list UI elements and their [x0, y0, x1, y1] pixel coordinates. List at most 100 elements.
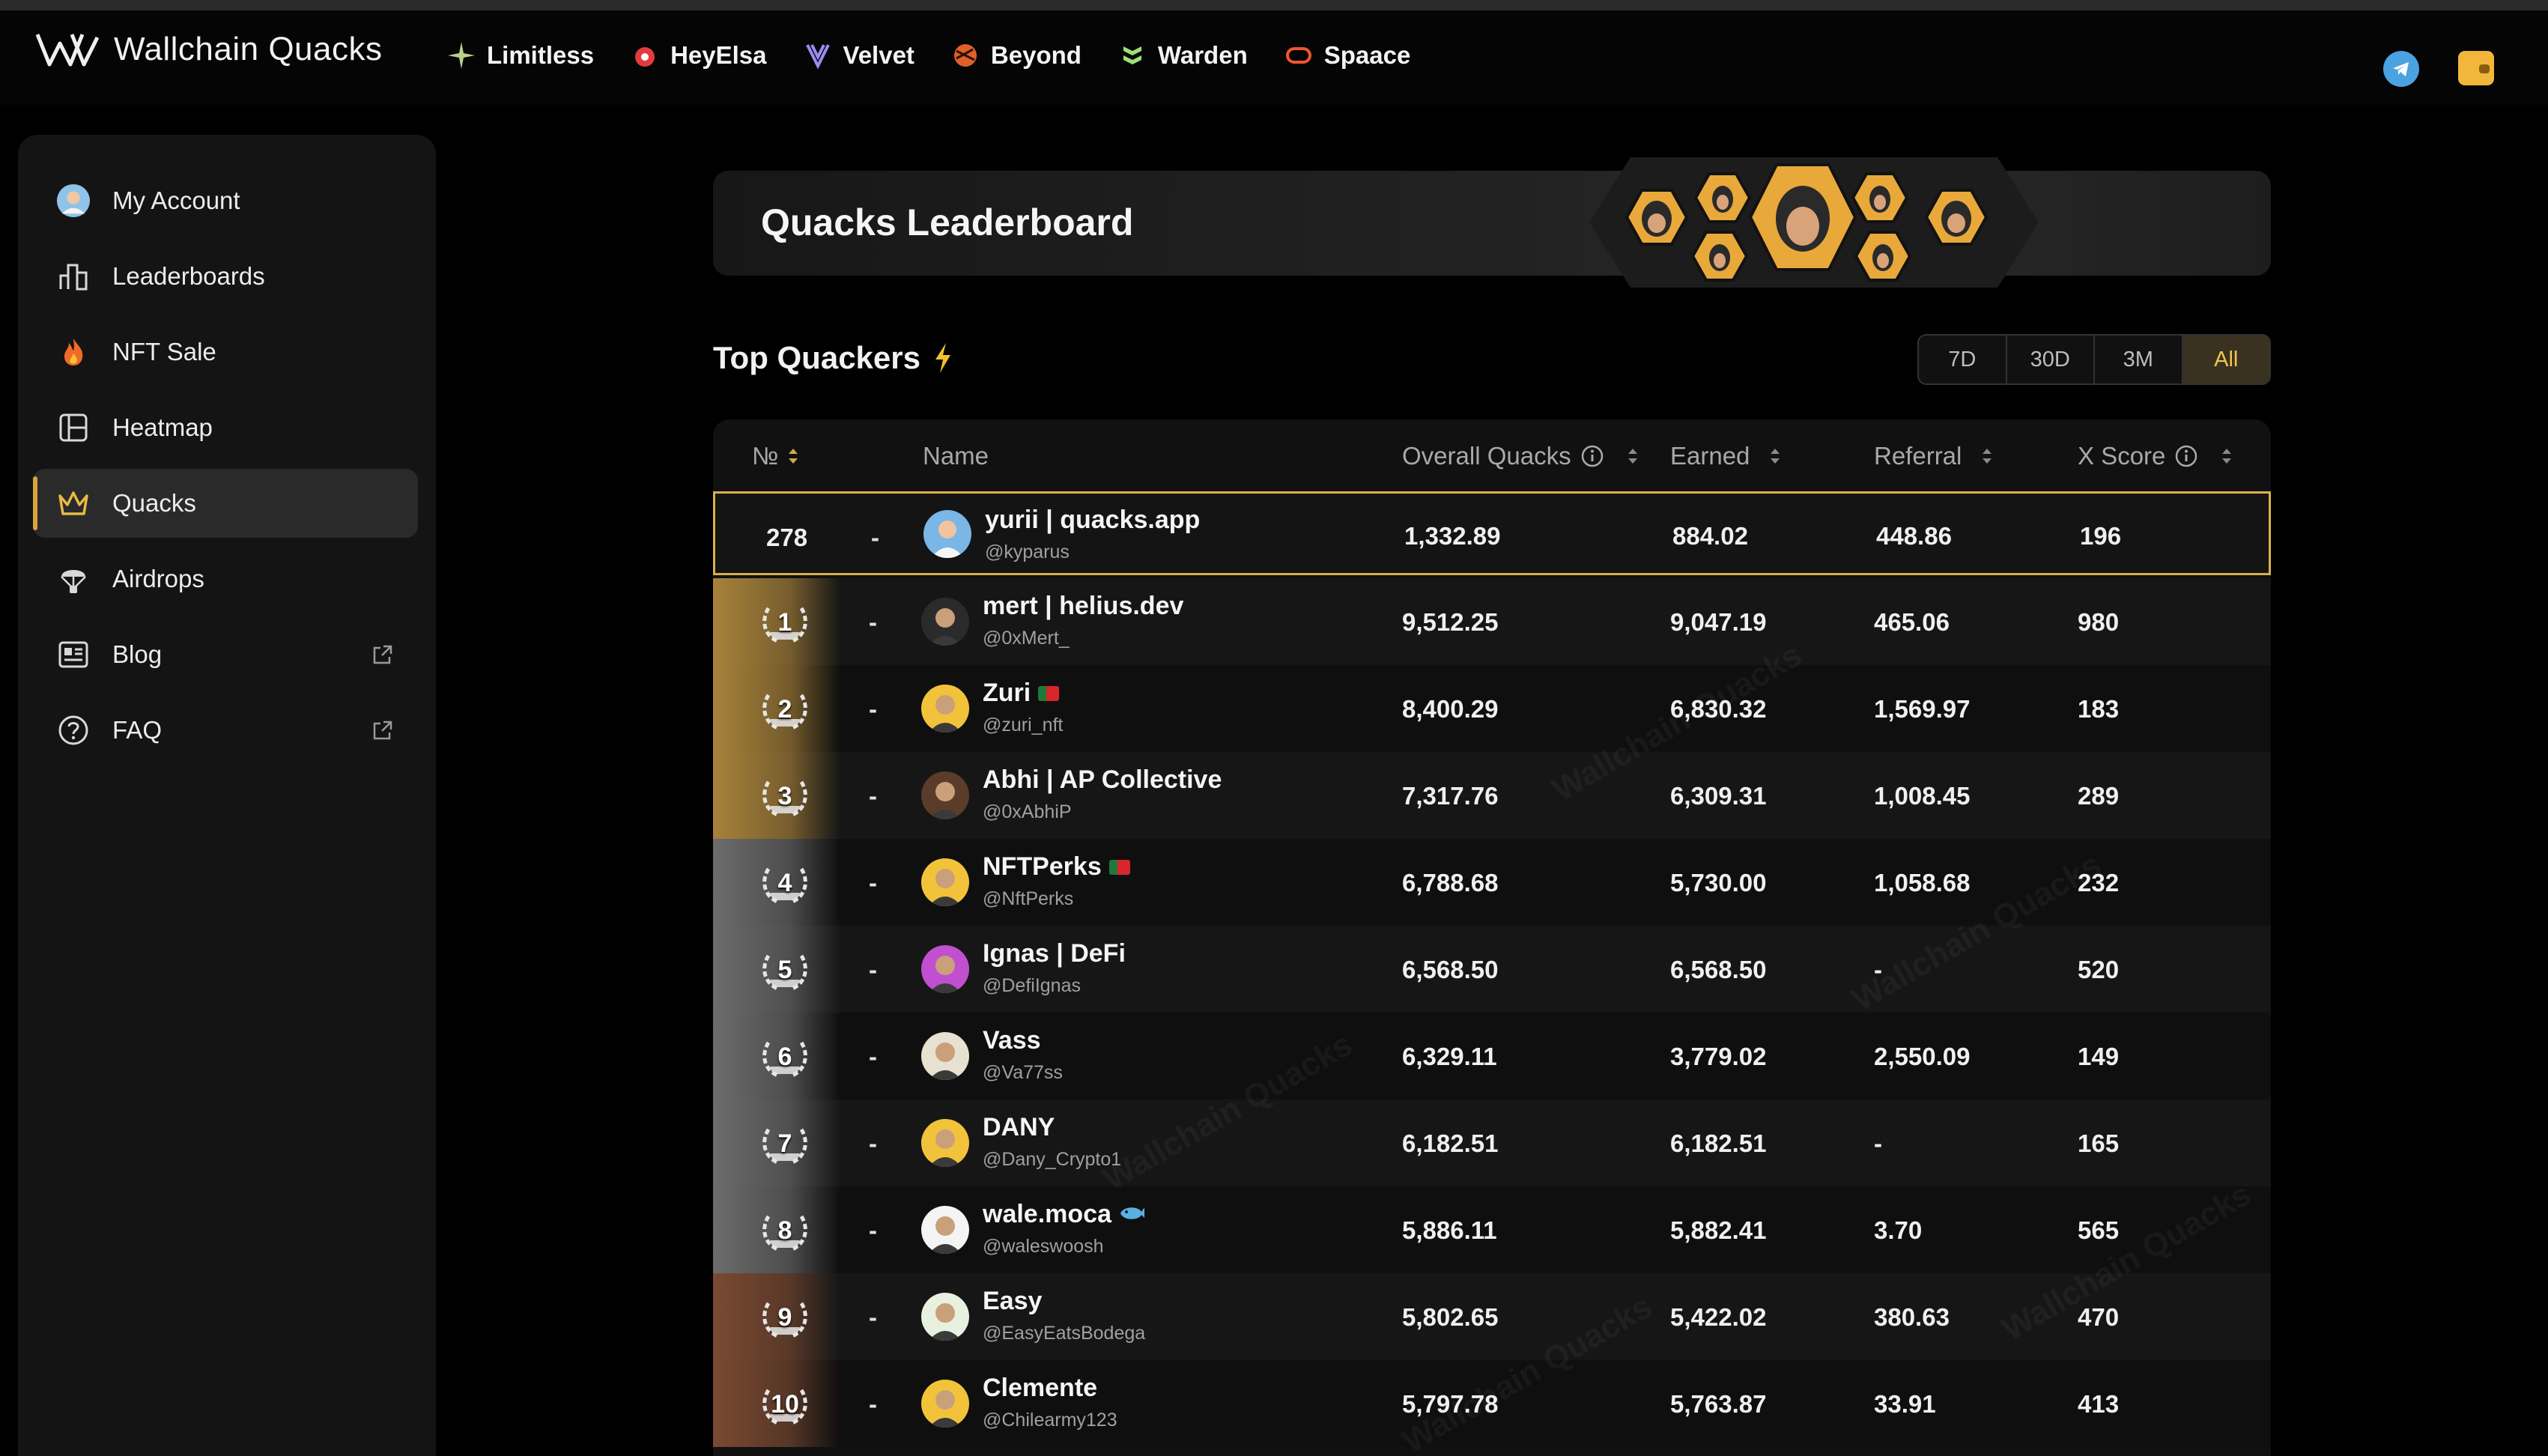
range-3m-button[interactable]: 3M [2095, 336, 2183, 383]
partner-label: Warden [1157, 41, 1248, 69]
rank-change: - [869, 956, 877, 983]
crown-icon [56, 486, 91, 521]
top-nav: Wallchain Quacks Limitless HeyElsa Velve… [0, 10, 2548, 105]
user-name-text: Clemente [983, 1374, 1098, 1402]
x-score-value: 289 [2078, 782, 2120, 810]
rank-change: - [869, 1390, 877, 1418]
table-row[interactable]: 1 - mert | helius.dev @0xMert_ 9,512.25 … [713, 578, 2271, 665]
partner-velvet[interactable]: Velvet [803, 40, 914, 70]
range-7d-button[interactable]: 7D [1919, 336, 2007, 383]
avatar [921, 1380, 969, 1428]
wallet-button[interactable] [2458, 51, 2494, 85]
telegram-icon [2393, 62, 2409, 76]
partner-links: Limitless HeyElsa Velvet Beyond Warden S… [446, 40, 1410, 70]
column-earned[interactable]: Earned [1670, 442, 1781, 470]
sidebar-item-airdrops[interactable]: Airdrops [33, 545, 418, 613]
user-handle: @0xAbhiP [983, 801, 1072, 822]
x-score-value: 413 [2078, 1390, 2120, 1418]
info-icon[interactable] [2174, 444, 2198, 468]
user-name: Easy [983, 1287, 1042, 1316]
brand[interactable]: Wallchain Quacks [34, 30, 383, 69]
spaace-icon [1284, 40, 1314, 70]
referral-value: 1,008.45 [1874, 782, 1971, 810]
referral-value: 380.63 [1874, 1303, 1950, 1331]
referral-value: 1,058.68 [1874, 869, 1971, 897]
rank-number: 6 [777, 1042, 792, 1071]
x-score-value: 565 [2078, 1216, 2120, 1244]
user-name: mert | helius.dev [983, 592, 1183, 621]
table-row[interactable]: 3 - Abhi | AP Collective @0xAbhiP 7,317.… [713, 752, 2271, 839]
sidebar-item-label: Heatmap [112, 413, 213, 441]
column-rank[interactable]: № [752, 442, 799, 470]
column-x-score[interactable]: X Score [2078, 442, 2233, 470]
earned-value: 5,763.87 [1670, 1390, 1767, 1418]
rank-number: 278 [766, 524, 808, 551]
user-name: Zuri [983, 679, 1060, 708]
sidebar-item-quacks[interactable]: Quacks [33, 469, 418, 538]
table-row[interactable]: 2 - Zuri @zuri_nft 8,400.29 6,830.32 1,5… [713, 665, 2271, 752]
overall-quacks-value: 9,512.25 [1402, 608, 1499, 636]
table-row[interactable]: 6 - Vass @Va77ss 6,329.11 3,779.02 2,550… [713, 1013, 2271, 1099]
overall-quacks-value: 6,788.68 [1402, 869, 1499, 897]
column-overall-quacks[interactable]: Overall Quacks [1402, 442, 1639, 470]
rank-badge: 7 [713, 1099, 840, 1186]
sidebar-item-label: Airdrops [112, 565, 204, 592]
overall-quacks-value: 5,797.78 [1402, 1390, 1499, 1418]
partner-heyelsa[interactable]: HeyElsa [630, 40, 767, 70]
sidebar-item-faq[interactable]: FAQ [33, 696, 418, 765]
partner-beyond[interactable]: Beyond [950, 40, 1082, 70]
info-icon[interactable] [1580, 444, 1604, 468]
brand-name: Wallchain Quacks [114, 31, 383, 67]
x-score-value: 149 [2078, 1043, 2120, 1070]
range-30d-button[interactable]: 30D [2007, 336, 2095, 383]
rank-badge: 4 [713, 839, 840, 926]
table-row[interactable]: 8 - wale.moca @waleswoosh 5,886.11 5,882… [713, 1186, 2271, 1273]
avatar [921, 858, 969, 906]
overall-quacks-value: 5,886.11 [1402, 1216, 1497, 1244]
table-row[interactable]: 5 - Ignas | DeFi @DefiIgnas 6,568.50 6,5… [713, 926, 2271, 1013]
lightning-icon [935, 343, 950, 373]
referral-value: 33.91 [1874, 1390, 1936, 1418]
current-user-row[interactable]: 278 - yurii | quacks.app @kyparus 1,332.… [713, 491, 2271, 575]
column-name: Name [923, 442, 989, 470]
external-link-icon [373, 645, 392, 664]
table-row[interactable]: 4 - NFTPerks @NftPerks 6,788.68 5,730.00… [713, 839, 2271, 926]
user-handle: @NftPerks [983, 888, 1074, 909]
earned-value: 5,422.02 [1670, 1303, 1767, 1331]
telegram-button[interactable] [2383, 51, 2419, 87]
sidebar-item-leaderboards[interactable]: Leaderboards [33, 242, 418, 311]
x-score-value: 232 [2078, 869, 2120, 897]
table-row[interactable]: 9 - Easy @EasyEatsBodega 5,802.65 5,422.… [713, 1273, 2271, 1360]
earned-value: 5,882.41 [1670, 1216, 1767, 1244]
sidebar-item-blog[interactable]: Blog [33, 620, 418, 689]
user-name: wale.moca [983, 1200, 1146, 1229]
sidebar-item-nft-sale[interactable]: NFT Sale [33, 318, 418, 386]
referral-value: 1,569.97 [1874, 695, 1971, 723]
table-row[interactable]: 10 - Clemente @Chilearmy123 5,797.78 5,7… [713, 1360, 2271, 1447]
table-row[interactable]: 7 - DANY @Dany_Crypto1 6,182.51 6,182.51… [713, 1099, 2271, 1186]
sidebar-item-label: Quacks [112, 489, 196, 517]
user-handle: @waleswoosh [983, 1236, 1104, 1257]
bar-chart-icon [56, 259, 91, 294]
x-score-value: 520 [2078, 956, 2120, 983]
partner-spaace[interactable]: Spaace [1284, 40, 1410, 70]
partner-warden[interactable]: Warden [1117, 40, 1248, 70]
overall-quacks-value: 1,332.89 [1404, 522, 1501, 550]
user-name: Abhi | AP Collective [983, 765, 1222, 795]
partner-limitless[interactable]: Limitless [446, 40, 594, 70]
column-referral[interactable]: Referral [1874, 442, 1993, 470]
rank-change: - [869, 1043, 877, 1070]
sidebar-item-heatmap[interactable]: Heatmap [33, 393, 418, 462]
rank-badge: 8 [713, 1186, 840, 1273]
sidebar: My Account Leaderboards NFT Sale Heatmap… [18, 135, 436, 1456]
sidebar-item-my-account[interactable]: My Account [33, 166, 418, 235]
warden-icon [1117, 40, 1147, 70]
user-handle: @0xMert_ [983, 628, 1070, 649]
rank-change: - [869, 1303, 877, 1331]
referral-value: - [1874, 956, 1882, 983]
user-name-text: Vass [983, 1026, 1041, 1055]
user-handle: @kyparus [985, 542, 1070, 562]
range-all-button[interactable]: All [2183, 336, 2269, 383]
section-title-text: Top Quackers [713, 340, 920, 375]
x-score-value: 980 [2078, 608, 2120, 636]
